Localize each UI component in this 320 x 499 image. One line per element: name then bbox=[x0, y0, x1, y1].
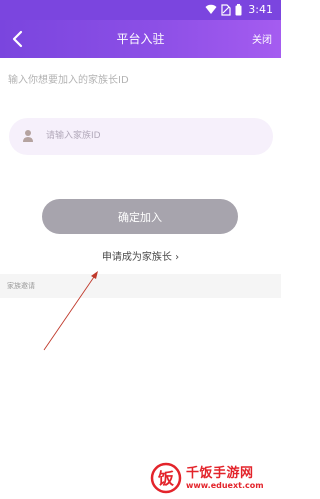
watermark-url: www.eduext.com bbox=[186, 481, 264, 490]
section-label: 家族邀请 bbox=[7, 282, 35, 290]
status-icons: 3:41 bbox=[205, 3, 273, 16]
watermark-name: 千饭手游网 bbox=[186, 466, 254, 481]
family-id-field[interactable] bbox=[9, 118, 273, 155]
wifi-icon bbox=[205, 4, 217, 14]
status-time: 3:41 bbox=[248, 3, 273, 16]
confirm-join-button[interactable]: 确定加入 bbox=[42, 199, 238, 234]
user-icon bbox=[23, 130, 33, 142]
header-bar: 平台入驻 关闭 bbox=[0, 20, 281, 58]
status-bar: 3:41 bbox=[0, 0, 281, 20]
svg-text:饭: 饭 bbox=[157, 469, 174, 488]
input-hint: 输入你想要加入的家族长ID bbox=[8, 75, 129, 86]
family-id-input[interactable] bbox=[46, 126, 256, 146]
watermark-logo: 饭 bbox=[150, 462, 182, 494]
no-sim-icon bbox=[221, 3, 231, 16]
site-watermark: 饭 千饭手游网 www.eduext.com bbox=[150, 460, 280, 496]
close-button[interactable]: 关闭 bbox=[252, 31, 272, 46]
page-title: 平台入驻 bbox=[116, 32, 165, 46]
annotation-arrow bbox=[43, 271, 98, 351]
apply-family-leader-link[interactable]: 申请成为家族长 › bbox=[0, 248, 281, 263]
battery-icon bbox=[235, 3, 242, 15]
